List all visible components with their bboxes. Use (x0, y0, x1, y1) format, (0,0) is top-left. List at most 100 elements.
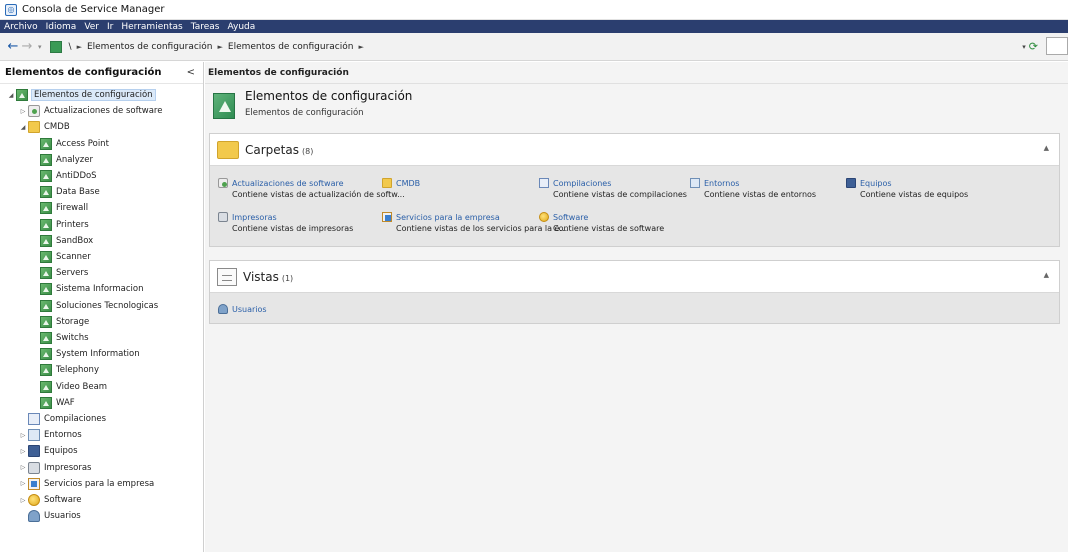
history-dropdown-icon[interactable]: ▾ (38, 43, 42, 51)
folder-tile-link[interactable]: Equipos (860, 179, 892, 188)
content-header: Elementos de configuración (205, 62, 1068, 84)
folder-tile-link[interactable]: Actualizaciones de software (232, 179, 344, 188)
tree-item[interactable]: Servers (30, 265, 88, 281)
tree-item[interactable]: ▷ Entornos (18, 427, 82, 443)
expanded-arrow-icon[interactable]: ◢ (18, 124, 28, 131)
tree-item[interactable]: WAF (30, 395, 75, 411)
tree-item-label: AntiDDoS (56, 171, 97, 181)
tree-item[interactable]: Soluciones Tecnologicas (30, 298, 158, 314)
back-arrow-icon[interactable]: ← (6, 39, 20, 54)
tree-item[interactable]: Telephony (30, 362, 99, 378)
folder-tile-title[interactable]: Equipos (846, 178, 968, 188)
tree-item[interactable]: AntiDDoS (30, 168, 97, 184)
folder-tile-link[interactable]: CMDB (396, 179, 420, 188)
tree-item[interactable]: ▷ Actualizaciones de software (18, 103, 162, 119)
tree-item[interactable]: ▷ Software (18, 492, 81, 508)
config-item-icon (40, 267, 52, 280)
breadcrumb-item[interactable]: Elementos de configuración (87, 42, 213, 52)
tree-item[interactable]: Data Base (30, 184, 100, 200)
tree-item[interactable]: ▷ Servicios para la empresa (18, 476, 154, 492)
folder-tile-title[interactable]: Software (539, 212, 664, 222)
menu-herramientas[interactable]: Herramientas (121, 22, 182, 32)
breadcrumb-separator-icon[interactable]: ► (218, 43, 223, 51)
folder-tile[interactable]: Software Contiene vistas de software (539, 212, 664, 233)
menu-ir[interactable]: Ir (107, 22, 113, 32)
tree-item[interactable]: Firewall (30, 200, 88, 216)
folders-panel-header[interactable]: Carpetas (8) ▲ (210, 134, 1059, 166)
folder-icon (217, 140, 239, 159)
tree-item[interactable]: Switchs (30, 330, 89, 346)
folder-tile-link[interactable]: Compilaciones (553, 179, 611, 188)
folder-tile-link[interactable]: Software (553, 213, 588, 222)
folder-tile-title[interactable]: CMDB (382, 178, 420, 188)
tree-item-label: Usuarios (44, 511, 81, 522)
view-tile-title[interactable]: Usuarios (218, 304, 267, 314)
tree-item[interactable]: ▷ Equipos (18, 443, 78, 459)
collapsed-arrow-icon[interactable]: ▷ (18, 448, 28, 455)
tree-item[interactable]: Access Point (30, 136, 109, 152)
tree-item[interactable]: Sistema Informacion (30, 281, 143, 297)
tree-item[interactable]: Storage (30, 314, 89, 330)
folder-tile[interactable]: CMDB (382, 178, 420, 188)
tree-item[interactable]: Compilaciones (18, 411, 106, 427)
folder-tile[interactable]: Entornos Contiene vistas de entornos (690, 178, 816, 199)
folder-tile[interactable]: Equipos Contiene vistas de equipos (846, 178, 968, 199)
tree-item[interactable]: ◢ CMDB (18, 119, 70, 135)
view-tile-link[interactable]: Usuarios (232, 305, 267, 314)
collapsed-arrow-icon[interactable]: ▷ (18, 464, 28, 471)
folder-tile[interactable]: Actualizaciones de software Contiene vist… (218, 178, 405, 199)
breadcrumb-separator-icon[interactable]: ► (77, 43, 82, 51)
search-input[interactable] (1046, 37, 1068, 55)
folder-tile-link[interactable]: Entornos (704, 179, 739, 188)
views-panel-header[interactable]: Vistas (1) ▲ (210, 261, 1059, 293)
breadcrumb-root[interactable]: \ (69, 42, 72, 52)
tree-item[interactable]: ▷ Impresoras (18, 460, 91, 476)
config-item-icon (40, 332, 52, 344)
folder-tile-link[interactable]: Impresoras (232, 213, 277, 222)
tree-item[interactable]: Analyzer (30, 152, 93, 168)
refresh-icon[interactable]: ⟳ (1029, 40, 1038, 53)
folder-tile[interactable]: Compilaciones Contiene vistas de compilac… (539, 178, 687, 199)
collapse-up-icon[interactable]: ▲ (1044, 271, 1049, 279)
tree-item[interactable]: SandBox (30, 233, 93, 249)
tree-item[interactable]: Printers (30, 217, 89, 233)
tree-item[interactable]: Video Beam (30, 379, 107, 395)
view-tile[interactable]: Usuarios (218, 304, 267, 314)
folder-tile-title[interactable]: Impresoras (218, 212, 353, 222)
tree-item[interactable]: System Information (30, 346, 140, 362)
navigation-header: Elementos de configuración < (0, 62, 203, 84)
menu-idioma[interactable]: Idioma (46, 22, 77, 32)
expanded-arrow-icon[interactable]: ◢ (6, 92, 16, 99)
menu-ver[interactable]: Ver (84, 22, 99, 32)
tree-item-label: Scanner (56, 252, 91, 262)
collapsed-arrow-icon[interactable]: ▷ (18, 497, 28, 504)
navigation-pane: Elementos de configuración < ◢ Elementos … (0, 62, 204, 552)
breadcrumb-item[interactable]: Elementos de configuración (228, 42, 354, 52)
breadcrumb-separator-icon[interactable]: ► (358, 43, 363, 51)
folder-tile-title[interactable]: Actualizaciones de software (218, 178, 405, 188)
menu-tareas[interactable]: Tareas (191, 22, 220, 32)
main-content: Elementos de configuración Elementos de … (205, 62, 1068, 552)
collapsed-arrow-icon[interactable]: ▷ (18, 480, 28, 487)
collapsed-arrow-icon[interactable]: ▷ (18, 432, 28, 439)
folder-tile[interactable]: Impresoras Contiene vistas de impresoras (218, 212, 353, 233)
folder-tile-title[interactable]: Compilaciones (539, 178, 687, 188)
business-service-icon (28, 477, 40, 490)
printer-icon (218, 212, 228, 222)
refresh-dropdown-icon[interactable]: ▾ (1022, 43, 1026, 51)
business-service-icon (382, 212, 392, 222)
forward-arrow-icon[interactable]: → (20, 39, 34, 54)
folder-tile-title[interactable]: Entornos (690, 178, 816, 188)
build-icon (539, 178, 549, 188)
collapse-up-icon[interactable]: ▲ (1044, 144, 1049, 152)
collapsed-arrow-icon[interactable]: ▷ (18, 108, 28, 115)
folder-tile-description: Contiene vistas de entornos (704, 190, 817, 199)
tree-item-label: Telephony (56, 365, 99, 376)
menu-ayuda[interactable]: Ayuda (227, 22, 255, 32)
tree-item[interactable]: Scanner (30, 249, 91, 265)
menu-archivo[interactable]: Archivo (4, 22, 38, 32)
tree-item[interactable]: Usuarios (18, 508, 81, 524)
folder-tile-link[interactable]: Servicios para la empresa (396, 213, 500, 222)
tree-item[interactable]: ◢ Elementos de configuración (6, 87, 156, 103)
collapse-pane-icon[interactable]: < (187, 67, 195, 78)
